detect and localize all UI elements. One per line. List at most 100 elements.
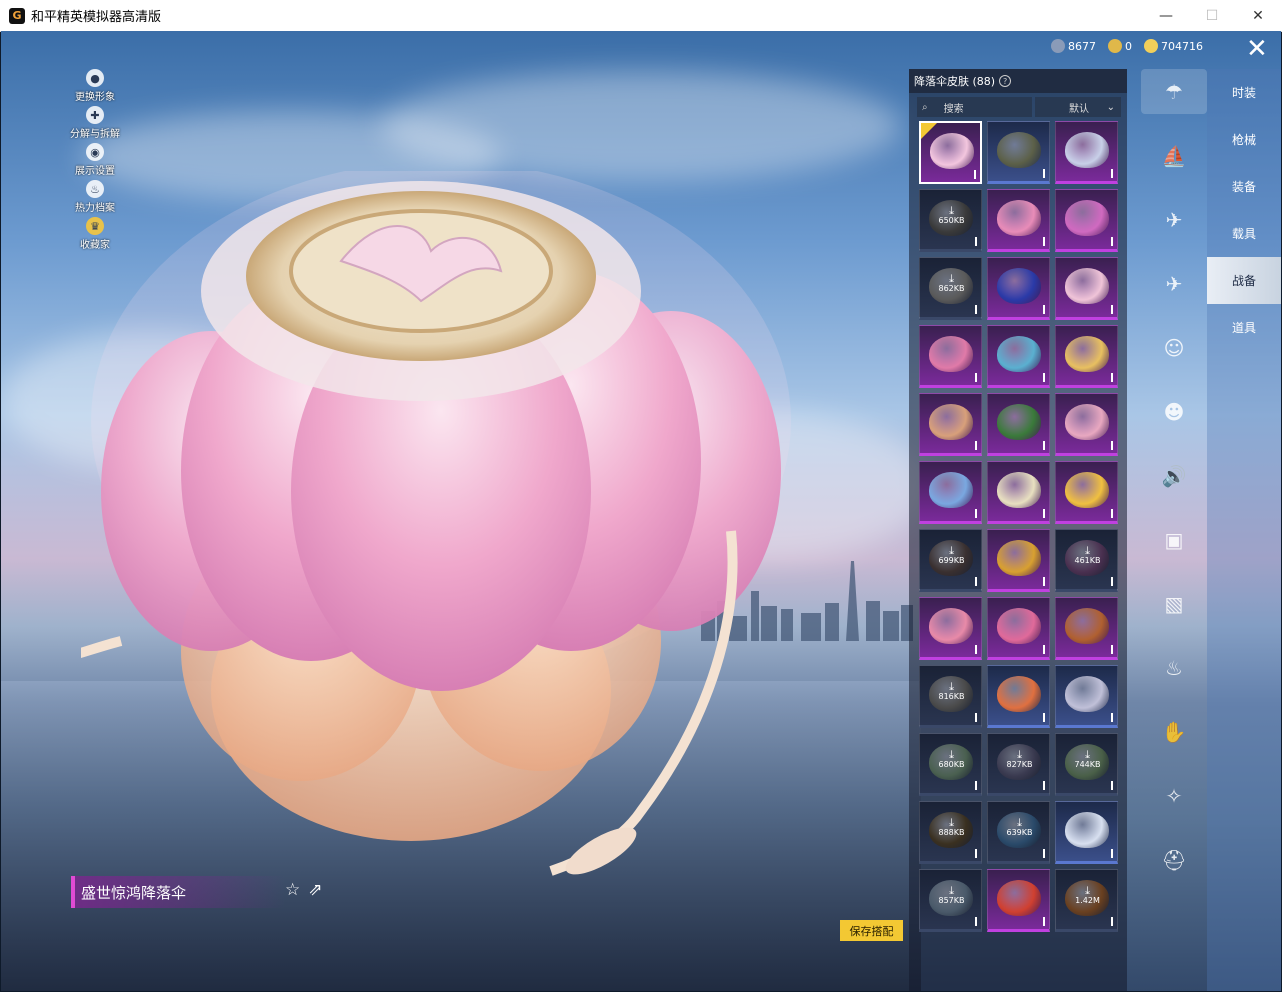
parachute-thumbnail-icon [997, 608, 1041, 644]
skin-cell[interactable] [987, 461, 1050, 524]
skin-cell[interactable] [987, 597, 1050, 660]
skin-cell[interactable] [987, 869, 1050, 932]
skin-cell[interactable] [987, 665, 1050, 728]
app-icon: G [9, 7, 25, 24]
display-settings-tool[interactable]: ◉ 展示设置 [55, 143, 135, 180]
parachute-preview[interactable] [81, 171, 821, 891]
person-icon: ● [86, 69, 104, 87]
skin-cell[interactable] [1055, 801, 1118, 864]
extinguisher-icon[interactable]: ♨ [1141, 645, 1207, 690]
share-icon[interactable]: ⇗ [308, 880, 322, 900]
level-bar [1043, 781, 1045, 790]
collector-tool[interactable]: ♛ 收藏家 [55, 217, 135, 254]
change-appearance-tool[interactable]: ● 更换形象 [55, 69, 135, 106]
level-bar [975, 917, 977, 926]
photo-icon[interactable]: ▧ [1141, 581, 1207, 626]
parachute-thumbnail-icon [997, 132, 1041, 168]
skin-cell[interactable]: ⤓ 744KB [1055, 733, 1118, 796]
skin-cell[interactable]: ⤓ 857KB [919, 869, 982, 932]
close-window-button[interactable]: ✕ [1235, 0, 1281, 31]
skin-cell[interactable] [1055, 121, 1118, 184]
tab-4[interactable]: 战备 [1207, 257, 1281, 304]
save-outfit-button[interactable]: 保存搭配 [840, 920, 903, 941]
skin-cell[interactable]: ⤓ 639KB [987, 801, 1050, 864]
skin-cell[interactable] [1055, 189, 1118, 252]
voice-icon[interactable]: 🔊 [1141, 453, 1207, 498]
tab-0[interactable]: 时装 [1207, 69, 1281, 116]
emote-icon[interactable]: ☺ [1141, 325, 1207, 370]
tab-5[interactable]: 道具 [1207, 304, 1281, 351]
skin-cell[interactable]: ⤓ 461KB [1055, 529, 1118, 592]
download-badge: ⤓ 888KB [920, 817, 981, 838]
skin-cell[interactable] [919, 597, 982, 660]
skin-cell[interactable] [987, 325, 1050, 388]
level-bar [1043, 917, 1045, 926]
skin-cell[interactable]: ⤓ 816KB [919, 665, 982, 728]
level-bar [1111, 373, 1113, 382]
skin-cell[interactable]: ⤓ 827KB [987, 733, 1050, 796]
skin-cell[interactable] [987, 529, 1050, 592]
help-icon[interactable]: ? [999, 75, 1012, 87]
skin-cell[interactable] [1055, 665, 1118, 728]
skin-cell[interactable]: ⤓ 888KB [919, 801, 982, 864]
parachute-thumbnail-icon [1065, 200, 1109, 236]
skin-cell[interactable] [1055, 257, 1118, 320]
plane-icon[interactable]: ✈ [1141, 261, 1207, 306]
tool-label: 收藏家 [80, 240, 110, 251]
parachute-thumbnail-icon [1065, 676, 1109, 712]
skin-cell[interactable] [987, 257, 1050, 320]
skin-cell[interactable] [919, 461, 982, 524]
sparkle-icon[interactable]: ✧ [1141, 773, 1207, 818]
parachute-thumbnail-icon [1065, 404, 1109, 440]
tab-3[interactable]: 载具 [1207, 210, 1281, 257]
download-size: 639KB [1006, 828, 1033, 837]
download-icon: ⤓ [1085, 748, 1090, 761]
skin-cell[interactable]: ⤓ 699KB [919, 529, 982, 592]
tab-1[interactable]: 枪械 [1207, 116, 1281, 163]
skin-cell[interactable] [987, 121, 1050, 184]
skin-cell[interactable] [919, 325, 982, 388]
skin-cell[interactable] [1055, 461, 1118, 524]
decompose-tool[interactable]: ✚ 分解与拆解 [55, 106, 135, 143]
drone-icon[interactable]: ✈ [1141, 197, 1207, 242]
badge-icon[interactable]: ▣ [1141, 517, 1207, 562]
skin-cell[interactable]: ⤓ 1.42M [1055, 869, 1118, 932]
helmet-icon[interactable]: ⛑ [1141, 837, 1207, 882]
skin-cell[interactable]: ⤓ 650KB [919, 189, 982, 252]
download-size: 650KB [938, 216, 965, 225]
maximize-button[interactable]: ☐ [1189, 0, 1235, 31]
sort-dropdown[interactable]: 默认 ⌄ [1035, 97, 1121, 117]
skin-cell[interactable] [987, 393, 1050, 456]
skin-cell[interactable] [1055, 393, 1118, 456]
tab-2[interactable]: 装备 [1207, 163, 1281, 210]
skin-cell[interactable] [1055, 597, 1118, 660]
parachute-thumbnail-icon [997, 880, 1041, 916]
level-bar [1043, 373, 1045, 382]
heat-archive-tool[interactable]: ♨ 热力档案 [55, 180, 135, 217]
skin-cell[interactable] [919, 393, 982, 456]
download-size: 888KB [938, 828, 965, 837]
hand-icon[interactable]: ✋ [1141, 709, 1207, 754]
flame-icon: ♨ [86, 180, 104, 198]
tool-label: 分解与拆解 [70, 129, 120, 140]
level-bar [975, 237, 977, 246]
skin-cell[interactable] [1055, 325, 1118, 388]
skin-cell[interactable]: ⤓ 680KB [919, 733, 982, 796]
skin-cell[interactable] [987, 189, 1050, 252]
skin-cell[interactable] [919, 121, 982, 184]
parachute-thumbnail-icon [997, 472, 1041, 508]
favorite-star-icon[interactable]: ☆ [285, 880, 300, 900]
search-input[interactable]: ⌕ 搜索 [917, 97, 1032, 117]
minimize-button[interactable]: — [1143, 0, 1189, 31]
glider-icon[interactable]: ⛵ [1141, 133, 1207, 178]
parachute-icon[interactable]: ☂ [1141, 69, 1207, 114]
download-badge: ⤓ 461KB [1056, 545, 1117, 566]
level-bar [1043, 577, 1045, 586]
download-size: 862KB [938, 284, 965, 293]
search-placeholder: 搜索 [943, 103, 964, 115]
download-size: 461KB [1074, 556, 1101, 565]
close-icon[interactable]: ✕ [1246, 36, 1268, 62]
robot-icon[interactable]: ☻ [1141, 389, 1207, 434]
skin-cell[interactable]: ⤓ 862KB [919, 257, 982, 320]
category-icon-column: ☂ ⛵ ✈ ✈ ☺ ☻ 🔊 ▣ ▧ ♨ ✋ ✧ ⛑ [1141, 69, 1207, 901]
